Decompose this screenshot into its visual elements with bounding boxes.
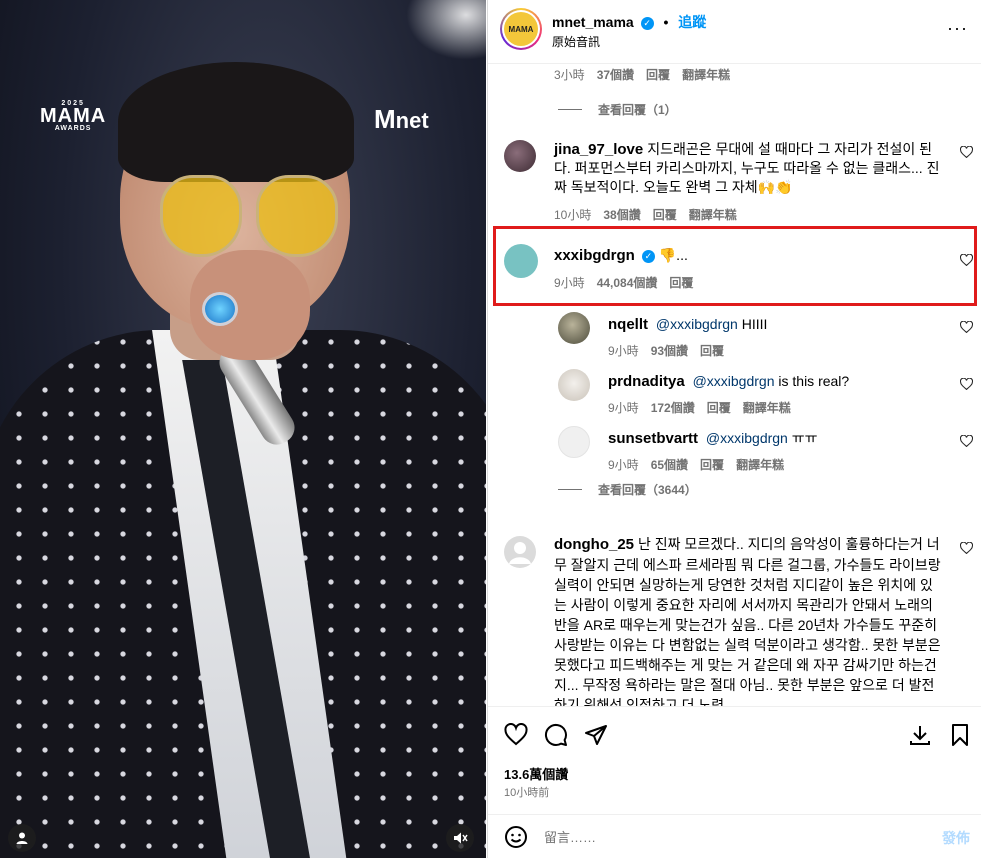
comment-meta: 9小時 65個讚 回覆 翻譯年糕 xyxy=(608,458,785,472)
comment-text: 👎... xyxy=(658,247,688,263)
send-icon[interactable] xyxy=(584,723,610,749)
follow-button[interactable]: 追蹤 xyxy=(678,14,706,30)
heart-icon[interactable] xyxy=(959,320,974,336)
comment-body: sunsetbvartt @xxxibgdrgn ㅠㅠ xyxy=(608,429,948,448)
username-link[interactable]: mnet_mama xyxy=(552,14,634,30)
comment-text: 난 진짜 모르겠다.. 지디의 음악성이 훌륭하다는거 너무 잘알지 근데 에스… xyxy=(554,536,941,706)
smile-icon[interactable] xyxy=(504,825,528,849)
verified-icon: ✓ xyxy=(640,17,654,30)
avatar[interactable] xyxy=(558,426,590,458)
more-options-icon[interactable]: ··· xyxy=(947,18,968,39)
mention-link[interactable]: @xxxibgdrgn xyxy=(656,316,738,332)
comment-text: HIIII xyxy=(741,316,768,332)
comment-username[interactable]: xxxibgdrgn xyxy=(554,247,635,264)
stage-light xyxy=(406,0,486,60)
heart-icon[interactable] xyxy=(959,253,974,269)
post-timestamp: 10小時前 xyxy=(504,787,550,799)
avatar[interactable] xyxy=(558,369,590,401)
comment-body: xxxibgdrgn ✓ 👎... xyxy=(554,246,934,265)
user-icon[interactable] xyxy=(8,824,36,852)
speaker-muted-icon[interactable] xyxy=(446,824,474,852)
mention-link[interactable]: @xxxibgdrgn xyxy=(693,373,775,389)
post-author: mnet_mama ✓ • 追蹤 xyxy=(552,12,706,32)
verified-icon: ✓ xyxy=(641,250,655,263)
view-replies-button[interactable]: 查看回覆（1） xyxy=(558,101,677,118)
comment-text: is this real? xyxy=(778,373,850,389)
comment-body: prdnaditya @xxxibgdrgn is this real? xyxy=(608,372,948,391)
highlight-box xyxy=(493,226,977,306)
comment-meta: 9小時 172個讚 回覆 翻譯年糕 xyxy=(608,401,791,415)
comment-body: nqellt @xxxibgdrgn HIIII xyxy=(608,315,938,334)
heart-icon[interactable] xyxy=(504,723,530,749)
avatar[interactable] xyxy=(504,140,536,172)
post-panel: MAMA mnet_mama ✓ • 追蹤 原始音訊 ··· 3小時 37個讚 回覆… xyxy=(487,0,981,858)
post-button[interactable]: 發佈 xyxy=(942,828,970,848)
heart-icon[interactable] xyxy=(959,434,974,450)
comment-body: dongho_25 난 진짜 모르겠다.. 지디의 음악성이 훌륭하다는거 너무 … xyxy=(554,534,944,706)
blue-ring xyxy=(202,292,238,326)
comment-meta: 10小時 38個讚 回覆 翻譯年糕 xyxy=(554,208,737,222)
mention-link[interactable]: @xxxibgdrgn xyxy=(706,430,788,446)
avatar[interactable] xyxy=(504,244,538,278)
heart-icon[interactable] xyxy=(959,377,974,393)
comment-body: jina_97_love 지드래곤은 무대에 설 때마다 그 자리가 전설이 된다… xyxy=(554,140,946,197)
audio-label[interactable]: 原始音訊 xyxy=(552,33,600,50)
comment-meta: 9小時 44,084個讚 回覆 xyxy=(554,276,694,290)
comment-username[interactable]: sunsetbvartt xyxy=(608,430,698,447)
comment-text: ㅠㅠ xyxy=(791,430,818,446)
heart-icon[interactable] xyxy=(959,541,974,557)
mama-awards-logo: 2025 MAMA AWARDS xyxy=(40,100,107,132)
like-count[interactable]: 13.6萬個讚 xyxy=(504,764,568,783)
comment-meta: 3小時 37個讚 回覆 翻譯年糕 xyxy=(554,68,731,82)
comment-username[interactable]: nqellt xyxy=(608,316,648,333)
avatar[interactable] xyxy=(558,312,590,344)
comment-composer: 發佈 xyxy=(488,814,981,858)
mnet-logo: Mnet xyxy=(374,104,429,134)
avatar[interactable] xyxy=(504,536,536,568)
comment-icon[interactable] xyxy=(544,723,570,749)
download-icon[interactable] xyxy=(908,723,934,749)
comment-input[interactable] xyxy=(544,825,904,849)
comment-username[interactable]: prdnaditya xyxy=(608,373,685,390)
comment-username[interactable]: jina_97_love xyxy=(554,141,643,158)
video-player[interactable]: 2025 MAMA AWARDS Mnet xyxy=(0,0,486,858)
avatar[interactable]: MAMA xyxy=(500,8,542,50)
comment-item: dongho_25 난 진짜 모르겠다.. 지디의 음악성이 훌륭하다는거 너무 … xyxy=(488,534,981,706)
performer-hair xyxy=(118,62,354,182)
comment-meta: 9小時 93個讚 回覆 xyxy=(608,344,725,358)
separator-dot: • xyxy=(663,14,669,30)
bookmark-icon[interactable] xyxy=(948,723,974,749)
view-replies-button[interactable]: 查看回覆（3644） xyxy=(558,481,697,498)
post-header: MAMA mnet_mama ✓ • 追蹤 原始音訊 ··· xyxy=(488,0,981,64)
comment-username[interactable]: dongho_25 xyxy=(554,536,634,553)
heart-icon[interactable] xyxy=(959,145,974,161)
